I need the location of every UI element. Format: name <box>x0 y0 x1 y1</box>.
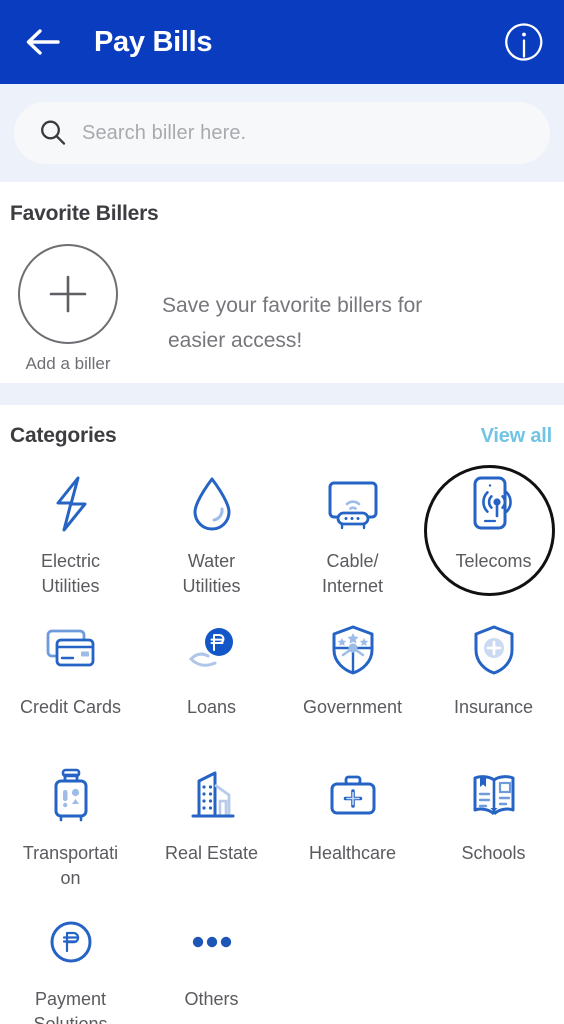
categories-section: Categories View all Electric Utilities W… <box>0 405 564 1024</box>
categories-grid: Electric Utilities Water Utilities Cable… <box>0 465 564 1024</box>
tv-router-icon <box>322 473 384 535</box>
section-divider <box>0 383 564 405</box>
category-item-credit-cards[interactable]: Credit Cards <box>0 611 141 757</box>
search-placeholder: Search biller here. <box>82 121 247 144</box>
category-label: Healthcare <box>308 843 397 863</box>
plus-icon <box>49 275 87 313</box>
search-band: Search biller here. <box>0 84 564 182</box>
category-label: Real Estate <box>164 843 259 863</box>
category-label: Insurance <box>453 697 534 717</box>
app-header: Pay Bills <box>0 0 564 84</box>
category-label: Transportati on <box>22 843 119 888</box>
category-label: Payment Solutions <box>33 989 108 1024</box>
category-label: Cable/ Internet <box>321 551 384 596</box>
category-item-electric-utilities[interactable]: Electric Utilities <box>0 465 141 611</box>
category-item-insurance[interactable]: Insurance <box>423 611 564 757</box>
category-label: Others <box>184 989 239 1009</box>
category-item-healthcare[interactable]: Healthcare <box>282 757 423 903</box>
add-biller-label: Add a biller <box>25 354 111 373</box>
category-item-loans[interactable]: Loans <box>141 611 282 757</box>
favorites-empty-message-line2: easier access! <box>168 329 303 352</box>
favorite-billers-section: Favorite Billers Add a biller Save your … <box>0 182 564 383</box>
page-title: Pay Bills <box>94 25 213 58</box>
lightning-bolt-icon <box>44 473 98 535</box>
open-book-icon <box>463 765 525 827</box>
search-icon <box>38 118 68 148</box>
search-input[interactable]: Search biller here. <box>14 102 550 164</box>
ellipsis-icon <box>181 911 243 973</box>
category-item-transportation[interactable]: Transportati on <box>0 757 141 903</box>
buildings-icon <box>181 765 243 827</box>
add-biller-button[interactable]: Add a biller <box>16 244 120 374</box>
favorites-empty-message-line1: Save your favorite billers for <box>162 294 423 317</box>
favorites-empty-message: Save your favorite billers for easier ac… <box>162 288 422 358</box>
category-item-water-utilities[interactable]: Water Utilities <box>141 465 282 611</box>
category-label: Loans <box>186 697 237 717</box>
medical-kit-icon <box>322 765 384 827</box>
category-item-others[interactable]: Others <box>141 903 282 1024</box>
hand-peso-coin-icon <box>181 619 243 681</box>
category-label: Credit Cards <box>19 697 122 717</box>
view-all-link[interactable]: View all <box>481 425 553 448</box>
category-label: Water Utilities <box>182 551 241 596</box>
category-item-cable-internet[interactable]: Cable/ Internet <box>282 465 423 611</box>
category-label: Electric Utilities <box>40 551 100 596</box>
category-label: Government <box>302 697 403 717</box>
category-label: Schools <box>461 843 526 863</box>
category-item-telecoms[interactable]: Telecoms <box>423 465 564 611</box>
back-button[interactable] <box>14 12 72 72</box>
category-label: Telecoms <box>455 551 532 571</box>
luggage-icon <box>44 765 98 827</box>
category-item-schools[interactable]: Schools <box>423 757 564 903</box>
arrow-left-icon <box>26 29 60 55</box>
shield-plus-icon <box>467 619 521 681</box>
info-circle-icon <box>505 23 543 61</box>
favorite-billers-title: Favorite Billers <box>10 202 159 225</box>
category-item-government[interactable]: Government <box>282 611 423 757</box>
credit-cards-icon <box>40 619 102 681</box>
info-button[interactable] <box>500 18 548 66</box>
categories-title: Categories <box>10 424 117 447</box>
category-item-real-estate[interactable]: Real Estate <box>141 757 282 903</box>
categories-header: Categories View all <box>0 420 564 462</box>
shield-stars-icon <box>324 619 382 681</box>
add-biller-circle <box>18 244 118 344</box>
mobile-signal-icon <box>463 473 525 535</box>
category-item-payment-solutions[interactable]: Payment Solutions <box>0 903 141 1024</box>
peso-circle-icon <box>44 911 98 973</box>
water-drop-icon <box>185 473 239 535</box>
pay-bills-screen: Pay Bills Search biller here. Favorite B… <box>0 0 564 1024</box>
